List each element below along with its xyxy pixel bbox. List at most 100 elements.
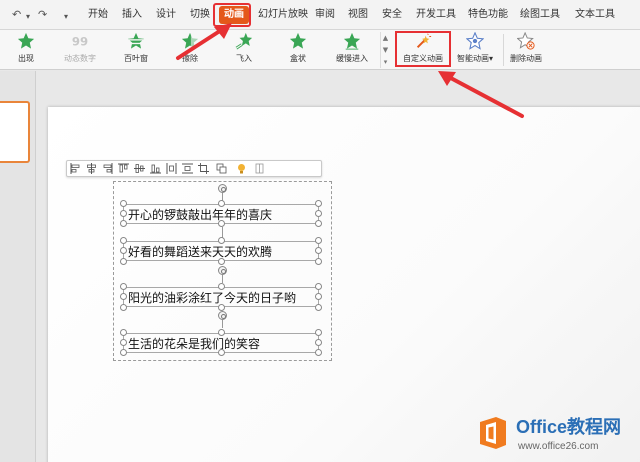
align-right-icon[interactable] (102, 163, 113, 174)
star-box-icon (289, 32, 307, 49)
effect-appear[interactable]: 出现 (0, 32, 52, 68)
slide-thumbnail[interactable] (0, 101, 30, 163)
star-wipe-icon (181, 32, 199, 50)
resize-handle[interactable] (120, 210, 127, 217)
smart-animation-dropdown-icon[interactable]: ▾ (489, 54, 493, 63)
align-middle-icon[interactable] (134, 163, 145, 174)
resize-handle[interactable] (315, 293, 322, 300)
resize-handle[interactable] (120, 283, 127, 290)
align-bottom-icon[interactable] (150, 163, 161, 174)
resize-handle[interactable] (120, 247, 127, 254)
text-alignment-toolbar (66, 160, 322, 177)
rotation-handle[interactable] (218, 266, 227, 275)
resize-handle[interactable] (218, 329, 225, 336)
effect-blinds[interactable]: 百叶窗 (110, 32, 162, 68)
resize-handle[interactable] (315, 237, 322, 244)
tab-view[interactable]: 视图 (348, 9, 368, 21)
tab-slideshow[interactable]: 幻灯片放映 (258, 9, 308, 21)
resize-handle[interactable] (218, 200, 225, 207)
undo-dropdown-icon[interactable]: ▾ (26, 10, 30, 24)
resize-handle[interactable] (120, 349, 127, 356)
smart-animation-button[interactable]: 智能动画▾ (449, 32, 501, 68)
smart-animation-label: 智能动画▾ (456, 54, 493, 63)
custom-animation-highlight (395, 31, 451, 67)
tab-features[interactable]: 特色功能 (468, 9, 508, 21)
resize-handle[interactable] (315, 283, 322, 290)
quick-access-dropdown-icon[interactable]: ▾ (64, 10, 68, 24)
animation-ribbon: 出现 99 动态数字 百叶窗 擦除 飞入 盒状 缓慢进入 ▲ ▼ ▾ 自定义动画… (0, 30, 640, 70)
redo-icon[interactable]: ↷ (38, 8, 47, 22)
tab-home[interactable]: 开始 (88, 9, 108, 21)
rotation-handle[interactable] (218, 184, 227, 193)
undo-icon[interactable]: ↶ (12, 8, 21, 22)
tab-developer[interactable]: 开发工具 (416, 9, 456, 21)
effect-blinds-label: 百叶窗 (124, 54, 148, 63)
align-center-icon[interactable] (86, 163, 97, 174)
number-99-icon: 99 (72, 35, 88, 49)
animation-tab-highlight (213, 3, 251, 27)
rotation-handle[interactable] (218, 311, 227, 320)
gallery-down-icon[interactable]: ▼ (381, 44, 390, 56)
distribute-vertical-icon[interactable] (182, 163, 193, 174)
resize-handle[interactable] (218, 349, 225, 356)
gallery-up-icon[interactable]: ▲ (381, 32, 390, 44)
resize-handle[interactable] (315, 304, 322, 311)
tab-text-tools[interactable]: 文本工具 (575, 9, 615, 21)
resize-handle[interactable] (315, 220, 322, 227)
resize-handle[interactable] (120, 200, 127, 207)
resize-handle[interactable] (315, 349, 322, 356)
align-left-icon[interactable] (70, 163, 81, 174)
resize-handle[interactable] (120, 293, 127, 300)
tab-design[interactable]: 设计 (156, 9, 176, 21)
resize-handle[interactable] (315, 258, 322, 265)
office-logo-icon (480, 417, 506, 449)
effect-wipe-label: 擦除 (182, 54, 198, 63)
resize-handle[interactable] (315, 200, 322, 207)
resize-handle[interactable] (120, 329, 127, 336)
effect-fly-in[interactable]: 飞入 (218, 32, 270, 68)
resize-handle[interactable] (218, 220, 225, 227)
tab-transition[interactable]: 切换 (190, 9, 210, 21)
resize-handle[interactable] (315, 339, 322, 346)
resize-handle[interactable] (315, 247, 322, 254)
crop-icon[interactable] (198, 163, 209, 174)
handle-connector (222, 320, 223, 328)
resize-handle[interactable] (120, 258, 127, 265)
watermark: Office教程网 www.office26.com (474, 410, 640, 460)
gallery-more-icon[interactable]: ▾ (381, 56, 390, 68)
tab-insert[interactable]: 插入 (122, 9, 142, 21)
resize-handle[interactable] (120, 304, 127, 311)
bulb-icon[interactable] (236, 163, 247, 174)
star-icon (17, 32, 35, 49)
effects-gallery-scroll[interactable]: ▲ ▼ ▾ (380, 32, 390, 68)
resize-handle[interactable] (120, 237, 127, 244)
star-slow-icon (343, 32, 361, 50)
slide-thumbnail-pane (0, 71, 36, 462)
effect-appear-label: 出现 (18, 54, 34, 63)
effect-fly-in-label: 飞入 (236, 54, 252, 63)
tab-review[interactable]: 审阅 (315, 9, 335, 21)
star-fly-icon (235, 32, 253, 50)
more-options-icon[interactable] (254, 163, 265, 174)
effect-dynamic-number[interactable]: 99 动态数字 (54, 32, 106, 68)
align-top-icon[interactable] (118, 163, 129, 174)
tab-drawing-tools[interactable]: 绘图工具 (520, 9, 560, 21)
delete-animation-button[interactable]: 删除动画 (500, 32, 552, 68)
resize-handle[interactable] (218, 237, 225, 244)
watermark-url: www.office26.com (518, 441, 599, 452)
resize-handle[interactable] (120, 220, 127, 227)
effect-wipe[interactable]: 擦除 (164, 32, 216, 68)
resize-handle[interactable] (315, 329, 322, 336)
resize-handle[interactable] (218, 304, 225, 311)
effect-slow-in[interactable]: 缓慢进入 (326, 32, 378, 68)
effect-box[interactable]: 盒状 (272, 32, 324, 68)
text-box[interactable]: 开心的锣鼓敲出年年的喜庆 好看的舞蹈送来天天的欢腾 阳光的油彩涂红了今天的日子哟… (113, 181, 332, 361)
delete-animation-label: 删除动画 (510, 54, 542, 63)
resize-handle[interactable] (315, 210, 322, 217)
resize-handle[interactable] (120, 339, 127, 346)
group-icon[interactable] (216, 163, 227, 174)
resize-handle[interactable] (218, 258, 225, 265)
resize-handle[interactable] (218, 283, 225, 290)
tab-security[interactable]: 安全 (382, 9, 402, 21)
distribute-horizontal-icon[interactable] (166, 163, 177, 174)
